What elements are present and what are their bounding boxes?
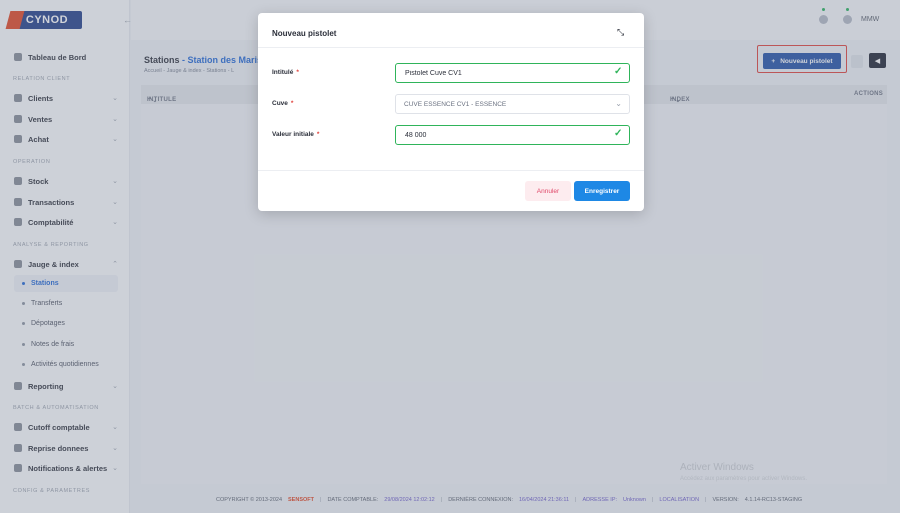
valeur-initiale-input[interactable] (395, 125, 630, 145)
cancel-button[interactable]: Annuler (525, 181, 571, 201)
intitule-label-text: Intitulé (272, 69, 294, 76)
modal-divider (258, 170, 644, 171)
check-icon: ✓ (614, 66, 623, 77)
modal-divider (258, 47, 644, 48)
required-mark: * (316, 131, 320, 138)
new-pistolet-modal: Nouveau pistolet ⤡ Intitulé* ✓ Cuve* CUV… (258, 13, 644, 211)
check-icon: ✓ (614, 128, 623, 139)
required-mark: * (290, 100, 294, 107)
intitule-label: Intitulé * (272, 69, 299, 76)
modal-title: Nouveau pistolet (272, 29, 337, 38)
save-button[interactable]: Enregistrer (574, 181, 630, 201)
cuve-select[interactable]: CUVE ESSENCE CV1 - ESSENCE ⌄ (395, 94, 630, 114)
cuve-selected-value: CUVE ESSENCE CV1 - ESSENCE (404, 100, 507, 108)
cuve-label-text: Cuve (272, 100, 288, 107)
cuve-label: Cuve * (272, 100, 293, 107)
intitule-input[interactable] (395, 63, 630, 83)
required-mark: * (296, 69, 299, 76)
expand-icon[interactable]: ⤡ (617, 27, 624, 38)
valeur-initiale-label: Valeur initiale * (272, 131, 319, 138)
chevron-down-icon: ⌄ (615, 99, 622, 108)
valeur-label-text: Valeur initiale (272, 131, 314, 138)
